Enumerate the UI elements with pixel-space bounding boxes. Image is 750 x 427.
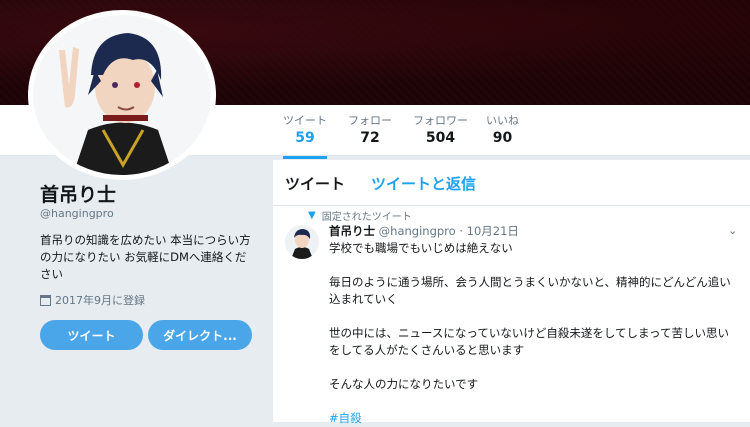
stat-value: 90 [492,130,513,146]
tweet-header: 首吊り士 @hangingpro · 10月21日 [329,223,519,239]
stat-likes[interactable]: いいね 90 [486,114,519,148]
joined-date: 2017年9月に登録 [40,292,145,308]
tweet-line: そんな人の力になりたいです [329,377,479,391]
stat-value: 59 [295,130,315,146]
tweet-author-handle[interactable]: @hangingpro [379,224,456,238]
tweet-author-name[interactable]: 首吊り士 [329,224,375,238]
tweet-hashtag[interactable]: #自殺 [329,410,739,427]
pinned-indicator: ▼ 固定されたツイート [308,208,412,223]
pin-icon: ▼ [308,210,316,221]
profile-bio: 首吊りの知識を広めたい 本当につらい方の力になりたい お気軽にDMへ連絡ください [40,233,251,281]
profile-handle[interactable]: @hangingpro [40,207,114,220]
stat-label: フォロワー [413,114,468,127]
profile-avatar[interactable] [33,15,211,175]
chevron-down-icon[interactable]: ⌄ [728,224,737,237]
stat-value: 504 [425,130,456,146]
tweet-avatar[interactable] [285,225,319,259]
tweet-line: 毎日のように通う場所、会う人間とうまくいかないと、精神的にどんどん追い込まれてい… [329,275,731,306]
calendar-icon [40,294,51,306]
tweet-text: 学校でも職場でもいじめは絶えない 毎日のように通う場所、会う人間とうまくいかない… [329,240,739,427]
stat-label: ツイート [283,114,327,127]
tweet-button[interactable]: ツイート [40,320,143,350]
stat-following[interactable]: フォロー 72 [348,114,392,148]
tweet-date[interactable]: · 10月21日 [459,224,519,238]
joined-text: 2017年9月に登録 [55,294,145,307]
timeline-tabs: ツイート ツイートと返信 [273,160,750,206]
direct-message-button[interactable]: ダイレクト... [148,320,252,350]
tab-tweets-and-replies[interactable]: ツイートと返信 [371,173,476,194]
profile-name: 首吊り士 [40,184,117,206]
stat-label: いいね [486,114,519,127]
stat-followers[interactable]: フォロワー 504 [413,114,468,148]
stat-label: フォロー [348,114,392,127]
tweet-line: 学校でも職場でもいじめは絶えない [329,241,513,255]
tab-tweets[interactable]: ツイート [285,173,345,194]
avatar-thumb [285,225,319,259]
stat-tweets[interactable]: ツイート 59 [283,114,327,159]
avatar-illustration [59,33,173,175]
tweet-line: 世の中には、ニュースになっていないけど自殺未遂をしてしまって苦しい思いをしてる人… [329,326,729,357]
pinned-label: 固定されたツイート [321,212,412,223]
stat-value: 72 [360,130,380,146]
timeline: ツイート ツイートと返信 ▼ 固定されたツイート 首吊り士 @hangingpr… [273,160,750,425]
